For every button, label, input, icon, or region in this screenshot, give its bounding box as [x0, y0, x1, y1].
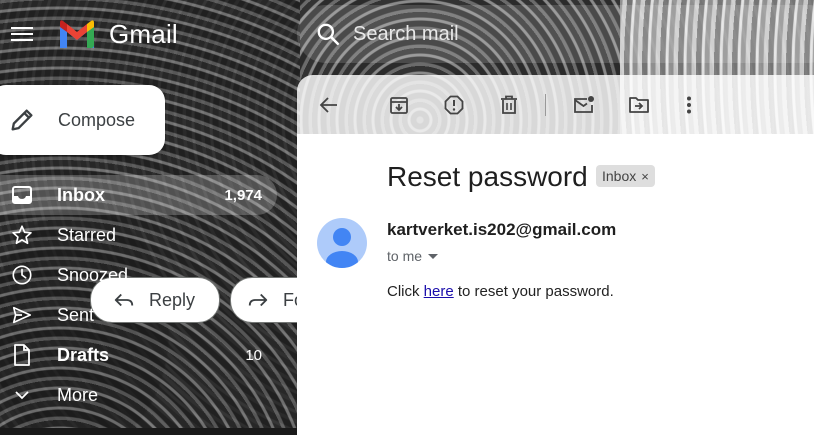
clock-icon	[11, 264, 33, 286]
sidebar-item-label: Inbox	[57, 184, 105, 205]
compose-button[interactable]: Compose	[0, 85, 165, 155]
sender-email[interactable]: kartverket.is202@gmail.com	[387, 220, 616, 240]
draft-icon	[11, 344, 33, 366]
gmail-logo[interactable]: Gmail	[57, 18, 178, 50]
sidebar-item-label: Starred	[57, 224, 117, 245]
search-bar[interactable]	[297, 5, 814, 63]
message-pane: Reset password Inbox × kartverket.is202@…	[297, 75, 814, 435]
reset-link[interactable]: here	[424, 283, 454, 300]
recipient-details-toggle[interactable]: to me	[387, 248, 439, 264]
sidebar-nav: Inbox 1,974 Starred Snoozed Sent Drafts …	[0, 175, 300, 415]
move-to-icon[interactable]	[627, 93, 651, 117]
chevron-down-icon	[11, 384, 33, 406]
search-input[interactable]	[351, 21, 755, 47]
email-body: Click here to reset your password.	[387, 283, 614, 300]
main-menu-icon[interactable]	[9, 23, 35, 47]
sidebar-item-label: More	[57, 384, 99, 405]
label-chip-text: Inbox	[602, 168, 637, 184]
delete-icon[interactable]	[497, 93, 521, 117]
sidebar-item-label: Drafts	[57, 344, 110, 365]
body-prefix: Click	[387, 283, 420, 300]
remove-label-icon[interactable]: ×	[641, 169, 649, 184]
send-icon	[11, 304, 33, 326]
search-icon[interactable]	[315, 21, 341, 47]
archive-icon[interactable]	[387, 93, 411, 117]
mark-unread-icon[interactable]	[572, 93, 596, 117]
unread-count: 1,974	[224, 186, 262, 204]
toolbar-divider	[545, 94, 546, 116]
sidebar-item-sent[interactable]: Sent	[0, 295, 277, 335]
back-arrow-icon[interactable]	[317, 93, 341, 117]
sender-avatar[interactable]	[317, 218, 367, 268]
sidebar-item-snoozed[interactable]: Snoozed	[0, 255, 277, 295]
inbox-label-chip[interactable]: Inbox ×	[596, 165, 655, 187]
compose-label: Compose	[58, 109, 136, 130]
drafts-count: 10	[245, 346, 262, 364]
body-suffix: to reset your password.	[457, 283, 614, 300]
sidebar-item-inbox[interactable]: Inbox 1,974	[0, 175, 277, 215]
sidebar-item-more[interactable]: More	[0, 375, 277, 415]
caret-down-icon	[428, 253, 439, 259]
email-subject: Reset password	[387, 161, 588, 192]
gmail-wordmark: Gmail	[109, 18, 178, 49]
gmail-m-icon	[60, 20, 94, 48]
message-content: Reset password Inbox × kartverket.is202@…	[297, 134, 814, 435]
sidebar-item-label: Snoozed	[57, 264, 129, 285]
sidebar-item-drafts[interactable]: Drafts 10	[0, 335, 277, 375]
pencil-icon	[11, 109, 33, 131]
person-icon	[326, 228, 358, 268]
sidebar-item-label: Sent	[57, 304, 95, 325]
sidebar-item-starred[interactable]: Starred	[0, 215, 277, 255]
message-toolbar	[297, 75, 814, 134]
star-icon	[11, 224, 33, 246]
report-spam-icon[interactable]	[442, 93, 466, 117]
recipient-label: to me	[387, 248, 423, 264]
inbox-icon	[11, 184, 33, 206]
more-vert-icon[interactable]	[677, 93, 701, 117]
